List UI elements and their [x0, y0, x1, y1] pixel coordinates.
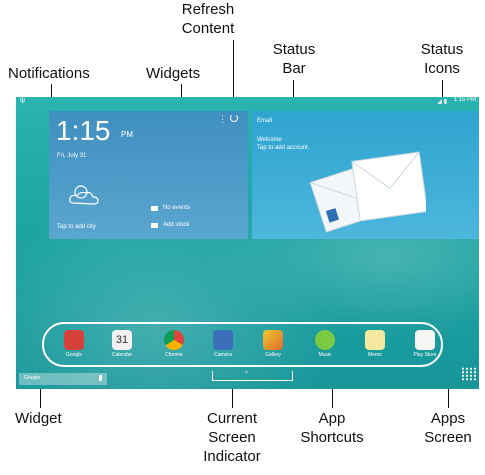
app-callout-line2: Shortcuts [300, 429, 364, 446]
notifications-callout: Notifications [8, 65, 90, 82]
refresh-callout-line2: Content [181, 20, 235, 37]
current-callout-line1: Current [206, 410, 258, 427]
events-icon [151, 206, 158, 211]
apps-callout-line2: Screen [424, 429, 472, 446]
app-label: Calendar [111, 352, 133, 358]
refresh-callout-line1: Refresh [181, 1, 235, 18]
weather-add-city[interactable]: Tap to add city. [57, 224, 97, 230]
status-bar-callout: Status Bar [266, 40, 322, 78]
clock-time: 1:15 [56, 115, 111, 146]
app-callout-line1: App [318, 410, 346, 427]
current-screen-indicator[interactable] [212, 371, 293, 381]
app-label: Play Store [413, 352, 437, 358]
camera-icon [213, 330, 233, 350]
calendar-icon: 31 [112, 330, 132, 350]
app-chrome[interactable]: Chrome [157, 330, 191, 358]
app-label: Music [318, 352, 332, 358]
current-callout-line3: Indicator [203, 448, 261, 465]
apps-grid-icon[interactable] [461, 367, 477, 381]
play-store-icon [415, 330, 435, 350]
status-icons-callout-line2: Icons [424, 60, 460, 77]
app-calendar[interactable]: 31 Calendar [105, 330, 139, 358]
stock-icon [151, 223, 158, 228]
email-title: Email [257, 118, 273, 124]
status-icons-callout: Status Icons [414, 40, 470, 78]
status-bar[interactable]: ψ ◢ ▮ 1:15 PM [16, 97, 479, 107]
app-label: Chrome [165, 352, 183, 358]
widget-menu-icon[interactable]: ⋮ [218, 114, 227, 125]
clock-ampm: PM [121, 130, 133, 139]
mic-icon[interactable] [99, 375, 102, 381]
app-camera[interactable]: Camera [206, 330, 240, 358]
memo-icon [365, 330, 385, 350]
status-time: 1:15 PM [453, 97, 476, 103]
widget-callout: Widget [15, 410, 62, 427]
refresh-content-callout: Refresh Content [176, 0, 240, 38]
home-screen: ψ ◢ ▮ 1:15 PM 1:15 PM Fri, July 31 ⋮ Tap… [16, 97, 479, 389]
notification-icon[interactable]: ψ [20, 97, 25, 104]
apps-callout-line1: Apps [430, 410, 466, 427]
app-memo[interactable]: Memo [358, 330, 392, 358]
app-google[interactable]: Google [57, 330, 91, 358]
refresh-icon[interactable] [230, 114, 238, 122]
app-gallery[interactable]: Gallery [256, 330, 290, 358]
gmail-icon [64, 330, 84, 350]
app-music[interactable]: Music [308, 330, 342, 358]
status-icons-callout-line1: Status [420, 41, 464, 58]
stock-text[interactable]: Add stock [163, 222, 189, 228]
clock-weather-widget[interactable]: 1:15 PM Fri, July 31 ⋮ Tap to add city. … [49, 111, 248, 239]
app-label: Camera [214, 352, 232, 358]
clock-date: Fri, July 31 [57, 153, 87, 159]
app-label: Memo [368, 352, 382, 358]
weather-cloud-icon [69, 185, 99, 205]
email-welcome: Welcome [257, 137, 282, 143]
widget-leader-line [40, 388, 41, 408]
google-search-widget[interactable]: Google [19, 373, 107, 385]
search-widget-text: Google [24, 375, 41, 381]
wifi-signal-battery-icons: ◢ ▮ [437, 99, 447, 105]
widgets-callout: Widgets [146, 65, 201, 82]
events-text[interactable]: No events [163, 205, 190, 211]
chrome-icon [164, 330, 184, 350]
status-bar-callout-line2: Bar [282, 60, 306, 77]
app-label: Gallery [265, 352, 281, 358]
app-shortcuts-callout: App Shortcuts [292, 409, 372, 447]
gallery-icon [263, 330, 283, 350]
status-bar-callout-line1: Status [272, 41, 316, 58]
current-screen-indicator-callout: Current Screen Indicator [196, 409, 268, 466]
music-icon [315, 330, 335, 350]
refresh-leader-line [233, 40, 234, 102]
app-label: Google [65, 352, 83, 358]
email-widget[interactable]: Email Welcome Tap to add account. [252, 111, 479, 239]
app-play-store[interactable]: Play Store [408, 330, 442, 358]
current-callout-line2: Screen [208, 429, 256, 446]
home-screen-caret-icon: ^ [245, 371, 248, 377]
apps-screen-callout: Apps Screen [420, 409, 476, 447]
envelope-icon [309, 151, 426, 233]
